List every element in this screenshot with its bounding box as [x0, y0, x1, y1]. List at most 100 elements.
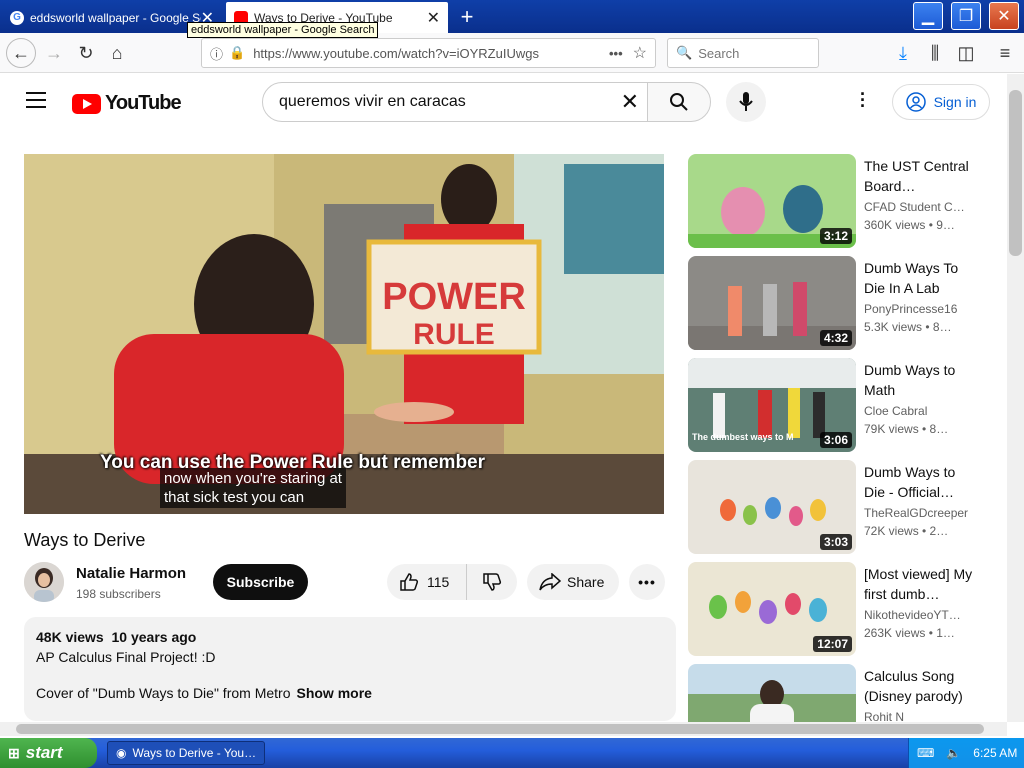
library-icon[interactable]: ⫼ — [921, 39, 949, 67]
caption-line-2a: now when you're staring at — [164, 470, 342, 487]
scroll-thumb[interactable] — [16, 724, 984, 734]
video-thumbnail[interactable] — [688, 664, 856, 722]
tab-title: eddsworld wallpaper - Google Search — [30, 10, 201, 25]
thumbs-up-icon — [400, 573, 419, 591]
downloads-icon[interactable]: ⤓ — [889, 39, 917, 67]
channel-name[interactable]: Natalie Harmon — [76, 565, 186, 582]
video-thumbnail[interactable]: 3:03 — [688, 460, 856, 554]
video-duration: 4:32 — [819, 330, 852, 346]
reload-button[interactable]: ↻ — [72, 39, 100, 67]
more-actions-button[interactable]: ••• — [629, 564, 665, 600]
browser-tab-bar: G eddsworld wallpaper - Google Search ✕ … — [0, 0, 1024, 33]
video-thumbnail[interactable]: 12:07 — [688, 562, 856, 656]
recommendation-title[interactable]: Dumb Ways To Die In A Lab — [864, 258, 974, 298]
browser-toolbar: ← → ↻ ⌂ ⓘ 🔒 https://www.youtube.com/watc… — [0, 33, 1024, 73]
dislike-button[interactable] — [467, 564, 517, 600]
horizontal-scrollbar[interactable] — [0, 722, 1007, 736]
subscribe-button[interactable]: Subscribe — [213, 564, 308, 600]
video-thumbnail[interactable]: 4:32 — [688, 256, 856, 350]
recommendation-meta: 79K views • 8… — [864, 422, 949, 436]
browser-search-input[interactable]: 🔍 Search — [667, 38, 819, 68]
sign-in-label: Sign in — [933, 94, 977, 110]
lock-icon: 🔒 — [229, 45, 246, 60]
recommendation-item[interactable]: The dumbest ways to M 3:06 Dumb Ways to … — [688, 358, 988, 452]
recommendation-item[interactable]: 3:12 The UST Central Board… CFAD Student… — [688, 154, 988, 248]
sign-in-button[interactable]: Sign in — [892, 84, 990, 120]
maximize-button[interactable]: ❐ — [951, 2, 981, 30]
video-thumbnail[interactable]: The dumbest ways to M 3:06 — [688, 358, 856, 452]
recommendation-meta: 5.3K views • 8… — [864, 320, 952, 334]
share-button[interactable]: Share — [527, 564, 619, 600]
recommendation-meta: 360K views • 9… — [864, 218, 955, 232]
youtube-logo[interactable]: YouTube — [72, 92, 182, 115]
taskbar-window-item[interactable]: ◉ Ways to Derive - You… — [107, 741, 265, 765]
youtube-search-button[interactable] — [647, 82, 711, 122]
subscriber-count: 198 subscribers — [76, 587, 161, 601]
recommendation-title[interactable]: The UST Central Board… — [864, 156, 974, 196]
recommendation-channel[interactable]: Cloe Cabral — [864, 404, 976, 418]
like-dislike-group: 115 — [387, 564, 517, 600]
url-text: https://www.youtube.com/watch?v=iOYRZuIU… — [253, 45, 539, 61]
clock[interactable]: 6:25 AM — [973, 746, 1017, 760]
recommendation-channel[interactable]: PonyPrincesse16 — [864, 302, 976, 316]
video-duration: 3:06 — [819, 432, 852, 448]
hamburger-menu-icon[interactable] — [26, 92, 46, 108]
back-button[interactable]: ← — [6, 38, 36, 68]
account-icon — [905, 92, 926, 112]
sidebar-toggle-icon[interactable]: ◫ — [952, 39, 980, 67]
info-icon[interactable]: ⓘ — [210, 44, 223, 63]
search-icon: 🔍 — [676, 45, 693, 60]
thumbs-down-icon — [483, 573, 502, 591]
like-count: 115 — [427, 574, 450, 590]
like-button[interactable]: 115 — [387, 564, 467, 600]
recommendation-title[interactable]: Calculus Song (Disney parody) — [864, 666, 974, 706]
channel-avatar[interactable] — [24, 562, 64, 602]
google-icon: G — [10, 10, 24, 25]
new-tab-button[interactable]: + — [455, 4, 479, 30]
share-label: Share — [567, 574, 605, 590]
home-button[interactable]: ⌂ — [103, 39, 131, 67]
recommendation-channel[interactable]: CFAD Student C… — [864, 200, 976, 214]
recommendation-title[interactable]: Dumb Ways to Die - Official… — [864, 462, 974, 502]
recommendation-channel[interactable]: TheRealGDcreeper — [864, 506, 976, 520]
recommendation-title[interactable]: [Most viewed] My first dumb… — [864, 564, 974, 604]
close-icon[interactable]: ✕ — [427, 8, 440, 28]
recommendation-item[interactable]: 12:07 [Most viewed] My first dumb… Nikot… — [688, 562, 988, 656]
video-description[interactable]: 48K views 10 years ago AP Calculus Final… — [24, 617, 676, 721]
video-player[interactable]: POWER RULE You can use the Power Rule bu… — [24, 154, 664, 514]
recommendation-meta: 263K views • 1… — [864, 626, 955, 640]
clear-search-icon[interactable]: ✕ — [621, 89, 639, 115]
recommendation-item[interactable]: Calculus Song (Disney parody) Rohit N — [688, 664, 988, 722]
url-bar[interactable]: ⓘ 🔒 https://www.youtube.com/watch?v=iOYR… — [201, 38, 656, 68]
recommendation-item[interactable]: 3:03 Dumb Ways to Die - Official… TheRea… — [688, 460, 988, 554]
keyboard-icon[interactable]: ⌨ — [917, 746, 934, 760]
video-thumbnail[interactable]: 3:12 — [688, 154, 856, 248]
volume-icon[interactable]: 🔈 — [946, 746, 961, 760]
recommendation-channel[interactable]: Rohit N — [864, 710, 976, 722]
menu-icon[interactable]: ≡ — [991, 39, 1019, 67]
youtube-search-input[interactable]: queremos vivir en caracas ✕ — [262, 82, 648, 122]
recommendation-item[interactable]: 4:32 Dumb Ways To Die In A Lab PonyPrinc… — [688, 256, 988, 350]
youtube-play-icon — [72, 93, 101, 114]
settings-more-icon[interactable]: · · · — [860, 85, 866, 115]
windows-logo-icon: ⊞ — [8, 744, 20, 761]
start-button[interactable]: ⊞ start — [0, 738, 97, 768]
search-icon — [670, 93, 688, 111]
vertical-scrollbar[interactable] — [1007, 74, 1024, 722]
close-window-button[interactable]: ✕ — [989, 2, 1019, 30]
voice-search-button[interactable] — [726, 82, 766, 122]
bookmark-star-icon[interactable]: ☆ — [633, 43, 647, 63]
page-actions-icon[interactable]: ••• — [609, 46, 623, 61]
show-more-button[interactable]: Show more — [296, 685, 371, 701]
recommendation-title[interactable]: Dumb Ways to Math — [864, 360, 974, 400]
scroll-thumb[interactable] — [1009, 90, 1022, 256]
minimize-button[interactable]: ▁ — [913, 2, 943, 30]
video-title: Ways to Derive — [24, 530, 146, 550]
more-icon: ••• — [638, 574, 656, 590]
recommendation-channel[interactable]: NikothevideoYT… — [864, 608, 976, 622]
description-line-2: Cover of "Dumb Ways to Die" from Metro — [36, 685, 291, 701]
share-icon — [539, 573, 561, 591]
forward-button[interactable]: → — [40, 39, 68, 67]
youtube-page: YouTube queremos vivir en caracas ✕ · · · … — [0, 74, 1007, 722]
view-count: 48K views — [36, 629, 104, 645]
